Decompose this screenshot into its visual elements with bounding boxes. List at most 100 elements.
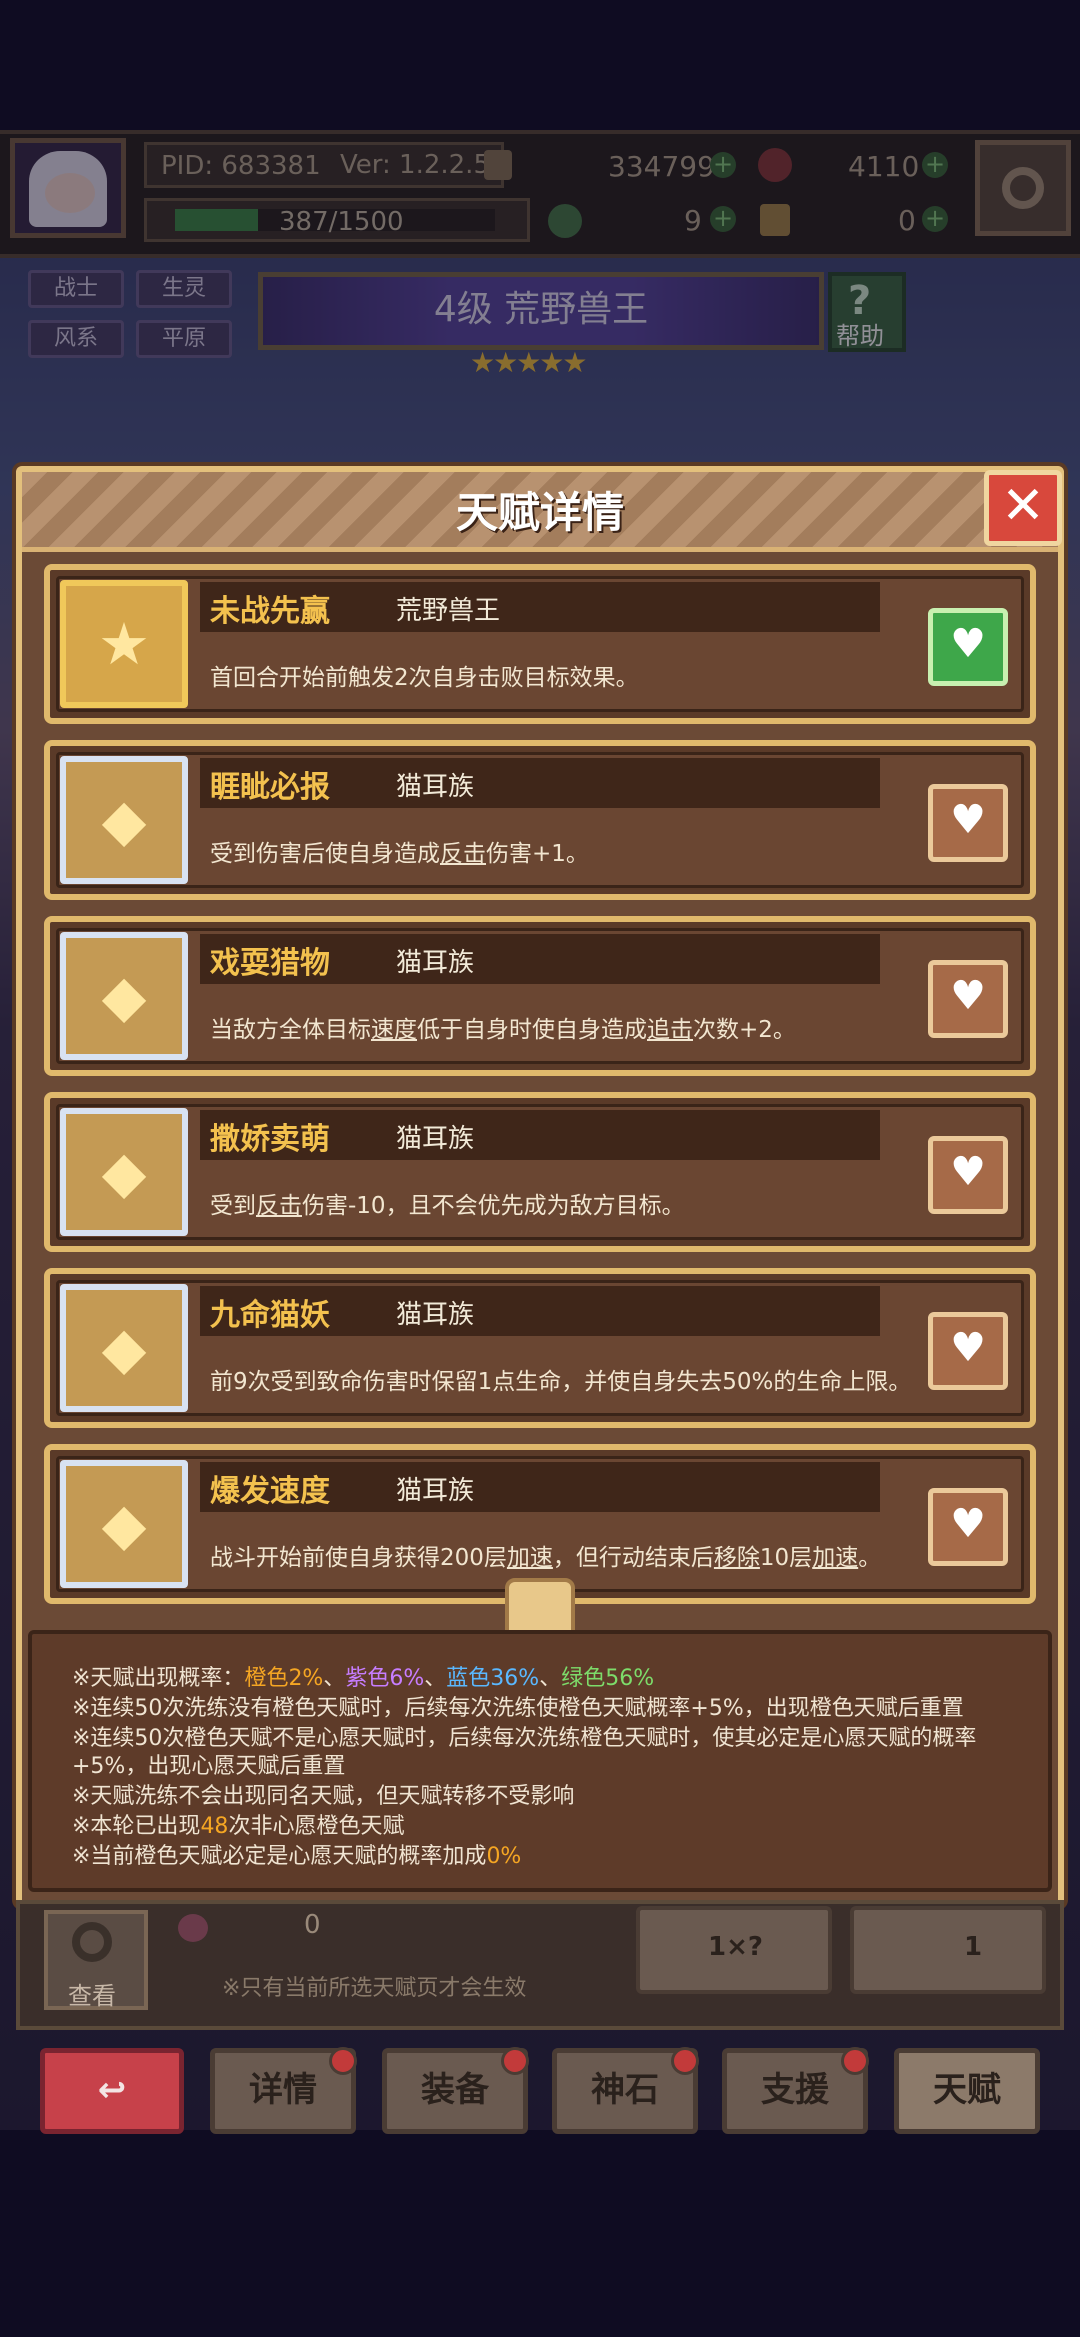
talent-card[interactable]: ◆ 戏耍猎物 猫耳族 当敌方全体目标速度低于自身时使自身造成追击次数+2。 ♥ (44, 916, 1036, 1076)
keyword-link[interactable]: 加速 (812, 1545, 858, 1571)
nav-talent-label: 天赋 (933, 2070, 1001, 2110)
description-text: 受到 (210, 1193, 256, 1219)
modal-title: 天赋详情 (455, 488, 624, 537)
info-line-4: +5%，出现心愿天赋后重置 (72, 1754, 346, 1779)
talent-card[interactable]: ◆ 九命猫妖 猫耳族前9次受到致命伤害时保留1点生命，并使自身失去50%的生命上限。… (44, 1268, 1036, 1428)
cat-face-icon: ◆ (101, 1314, 147, 1382)
nav-details[interactable]: 详情 (210, 2047, 357, 2134)
description-text: 伤害-10，且不会优先成为敌方目标。 (302, 1193, 685, 1219)
info-probability: ※天赋出现概率：橙色2%、紫色6%、蓝色36%、绿色56% (72, 1660, 654, 1692)
description-text: 前9次受到致命伤害时保留1点生命，并使自身失去50%的生命上限。 (210, 1369, 912, 1395)
prob-sep: 、 (424, 1666, 447, 1691)
view-label: 查看 (68, 1982, 116, 2010)
keyword-link[interactable]: 追击 (647, 1017, 693, 1043)
wish-heart-button[interactable]: ♥ (928, 960, 1008, 1038)
talent-name: 爆发速度 (210, 1474, 330, 1509)
talent-faction: 猫耳族 (396, 1124, 475, 1154)
nav-godstone[interactable]: 神石 (552, 2047, 699, 2134)
talent-faction: 猫耳族 (396, 1476, 475, 1506)
keyword-link[interactable]: 速度 (371, 1017, 417, 1043)
back-button[interactable]: ↩ (40, 2048, 184, 2134)
back-arrow-icon: ↩ (97, 2070, 127, 2110)
nav-support[interactable]: 支援 (722, 2047, 869, 2134)
potion-icon (178, 1914, 208, 1942)
description-text: 。 (858, 1545, 882, 1571)
keyword-link[interactable]: 反击 (440, 841, 486, 867)
heart-icon: ♥ (950, 621, 986, 667)
heart-icon: ♥ (950, 973, 986, 1019)
description-text: 受到伤害后使自身造成 (210, 841, 440, 867)
talent-icon-frame: ★ (60, 580, 188, 708)
talent-description: 受到反击伤害-10，且不会优先成为敌方目标。 (210, 1186, 685, 1220)
prob-blue: 蓝色36% (446, 1666, 540, 1691)
description-text: 10层 (759, 1545, 813, 1571)
auto-refine-value: 1×? (708, 1932, 763, 1962)
description-text: 低于自身时使自身造成 (417, 1017, 647, 1043)
talent-name: 戏耍猎物 (210, 946, 330, 981)
info-prob-prefix: ※天赋出现概率： (72, 1666, 245, 1691)
talent-description: 首回合开始前触发2次自身击败目标效果。 (210, 658, 639, 692)
info-line-6-suffix: 次非心愿橙色天赋 (228, 1814, 405, 1839)
nav-equipment-label: 装备 (421, 2070, 489, 2110)
talent-faction: 猫耳族 (396, 1300, 475, 1330)
nav-details-label: 详情 (249, 2070, 317, 2110)
talent-icon-frame: ◆ (60, 1108, 188, 1236)
keyword-link[interactable]: 反击 (256, 1193, 302, 1219)
close-icon: ✕ (1001, 476, 1045, 536)
keyword-link[interactable]: 加速 (507, 1545, 553, 1571)
wish-heart-button[interactable]: ♥ (928, 784, 1008, 862)
talent-card[interactable]: ★ 未战先赢 荒野兽王首回合开始前触发2次自身击败目标效果。 ♥ (44, 564, 1036, 724)
info-line-5: ※天赋洗练不会出现同名天赋，但天赋转移不受影响 (72, 1784, 575, 1809)
info-line-6-count: 48 (200, 1814, 229, 1839)
talent-faction: 荒野兽王 (396, 596, 501, 626)
talent-icon-frame: ◆ (60, 1284, 188, 1412)
wish-heart-button[interactable]: ♥ (928, 1488, 1008, 1566)
prob-sep: 、 (539, 1666, 562, 1691)
description-text: 伤害+1。 (486, 841, 589, 867)
wish-heart-button[interactable]: ♥ (928, 1136, 1008, 1214)
talent-description: 战斗开始前使自身获得200层加速，但行动结束后移除10层加速。 (210, 1538, 881, 1572)
talent-faction: 猫耳族 (396, 772, 475, 802)
talent-icon-frame: ◆ (60, 756, 188, 884)
talent-name: 未战先赢 (210, 594, 330, 629)
wish-heart-button[interactable]: ♥ (928, 608, 1008, 686)
talent-description: 受到伤害后使自身造成反击伤害+1。 (210, 834, 589, 868)
talent-name: 撒娇卖萌 (210, 1122, 330, 1157)
nav-support-label: 支援 (761, 2070, 829, 2110)
nav-equipment[interactable]: 装备 (382, 2047, 529, 2134)
star-warning-icon: ★ (98, 610, 150, 678)
notification-dot (329, 2047, 357, 2075)
talent-card[interactable]: ◆ 撒娇卖萌 猫耳族受到反击伤害-10，且不会优先成为敌方目标。 ♥ (44, 1092, 1036, 1252)
wish-heart-button[interactable]: ♥ (928, 1312, 1008, 1390)
info-line-7-value: 0% (486, 1844, 522, 1869)
auto-refine-button[interactable]: 1×? (636, 1906, 832, 1994)
prob-sep: 、 (323, 1666, 346, 1691)
notification-dot (501, 2047, 529, 2075)
description-text: 次数+2。 (693, 1017, 796, 1043)
close-button[interactable]: ✕ (984, 470, 1062, 546)
keyword-link[interactable]: 移除 (714, 1545, 760, 1571)
talent-icon-frame: ◆ (60, 1460, 188, 1588)
notification-dot (841, 2047, 869, 2075)
description-text: 当敌方全体目标 (210, 1017, 371, 1043)
description-text: 战斗开始前使自身获得200层 (210, 1545, 507, 1571)
talent-description: 当敌方全体目标速度低于自身时使自身造成追击次数+2。 (210, 1010, 796, 1044)
description-text: ，但行动结束后 (552, 1545, 714, 1571)
info-line-2: ※连续50次洗练没有橙色天赋时，后续每次洗练使橙色天赋概率+5%，出现橙色天赋后… (72, 1696, 964, 1721)
talent-refine-value: 1 (964, 1932, 983, 1962)
nav-talent[interactable]: 天赋 (894, 2048, 1040, 2134)
bottom-count: 0 (304, 1910, 321, 1940)
view-button[interactable]: 查看 (44, 1910, 148, 2010)
talent-name: 睚眦必报 (210, 770, 330, 805)
nav-godstone-label: 神石 (591, 2070, 659, 2110)
heart-icon: ♥ (950, 797, 986, 843)
talent-faction: 猫耳族 (396, 948, 475, 978)
talent-refine-button[interactable]: 1 (850, 1906, 1046, 1994)
prob-purple: 紫色6% (345, 1666, 425, 1691)
bottom-note: ※只有当前所选天赋页才会生效 (222, 1976, 527, 2001)
talent-card[interactable]: ◆ 睚眦必报 猫耳族受到伤害后使自身造成反击伤害+1。 ♥ (44, 740, 1036, 900)
heart-icon: ♥ (950, 1149, 986, 1195)
info-line-7-prefix: ※当前橙色天赋必定是心愿天赋的概率加成 (72, 1844, 487, 1869)
prob-green: 绿色56% (561, 1666, 655, 1691)
talent-name: 九命猫妖 (210, 1298, 330, 1333)
